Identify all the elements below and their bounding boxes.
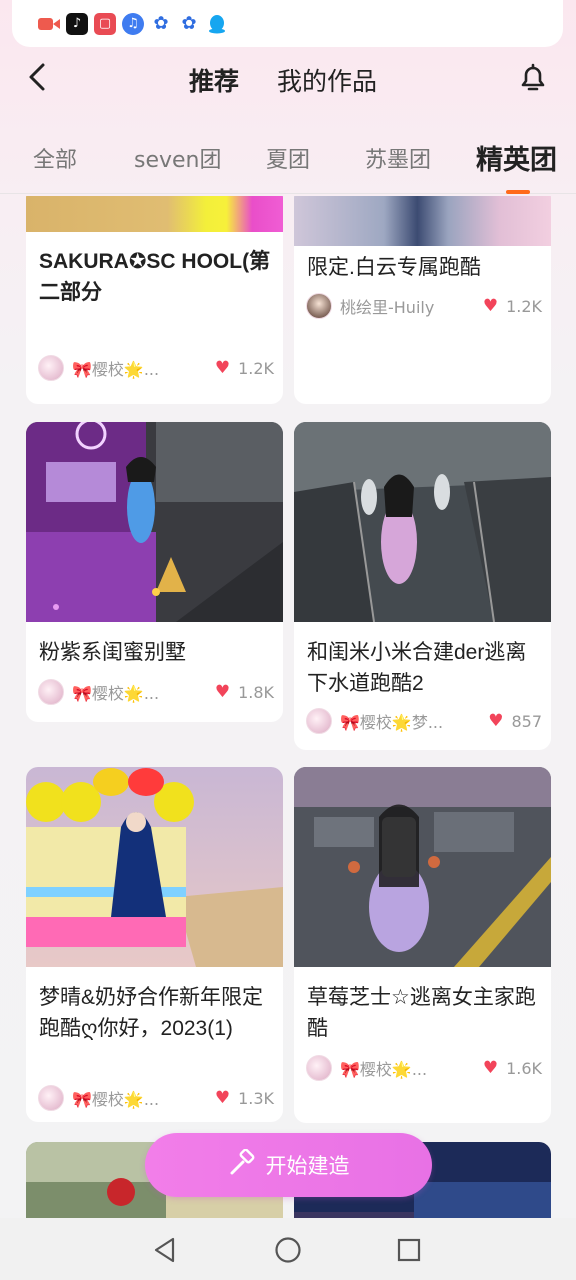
work-title: 和闺米小米合建der逃离下水道跑酷2	[307, 641, 527, 695]
avatar	[38, 355, 64, 381]
author-name: 🎀樱校🌟...	[72, 684, 160, 703]
qq-icon	[206, 13, 228, 35]
work-meta: 🎀樱校🌟... ♥ 1.6K	[306, 1055, 542, 1081]
work-card[interactable]: 粉紫系闺蜜别墅 🎀樱校🌟... ♥ 1.8K	[26, 422, 283, 722]
work-title: 草莓芝士☆逃离女主家跑酷	[307, 986, 536, 1040]
like-count: 1.3K	[238, 1088, 274, 1108]
baidu-paw-icon-2: ✿	[181, 13, 197, 34]
works-feed[interactable]: SAKURA✪SC HOOL(第二部分 🎀樱校🌟... ♥ 1.2K 限定.白云…	[0, 196, 576, 1218]
music-app-icon: ♫	[122, 12, 144, 35]
work-meta: 🎀樱校🌟... ♥ 1.3K	[38, 1085, 274, 1111]
work-title: 限定.白云专属跑酷	[307, 256, 481, 279]
category-tab-all[interactable]: 全部	[33, 142, 77, 174]
status-bar: ♪ ▢ ♫ ✿ ✿	[12, 0, 563, 47]
like-count: 1.6K	[506, 1058, 542, 1078]
start-building-button[interactable]: 开始建造	[145, 1133, 432, 1197]
hammer-icon	[228, 1148, 256, 1182]
work-card[interactable]: 草莓芝士☆逃离女主家跑酷 🎀樱校🌟... ♥ 1.6K	[294, 767, 551, 1123]
nav-back-icon[interactable]	[150, 1235, 180, 1265]
author-name: 🎀樱校🌟...	[340, 1060, 428, 1079]
author-name: 🎀樱校🌟...	[72, 1090, 160, 1109]
avatar	[306, 1055, 332, 1081]
work-thumbnail	[26, 767, 283, 967]
work-meta: 🎀樱校🌟... ♥ 1.8K	[38, 679, 274, 705]
work-card[interactable]: 梦晴&奶妤合作新年限定跑酷ღ你好，2023(1) 🎀樱校🌟... ♥ 1.3K	[26, 767, 283, 1122]
heart-icon: ♥	[214, 358, 231, 378]
like-count: 1.2K	[238, 358, 274, 378]
system-navigation-bar	[0, 1218, 576, 1280]
author-name: 桃绘里-Huily	[340, 298, 435, 317]
nav-home-icon[interactable]	[273, 1235, 303, 1265]
work-meta: 桃绘里-Huily ♥ 1.2K	[306, 293, 542, 319]
avatar	[306, 293, 332, 319]
back-arrow-icon[interactable]	[20, 60, 54, 94]
work-thumbnail	[294, 767, 551, 967]
start-building-label: 开始建造	[265, 1154, 350, 1178]
heart-icon: ♥	[482, 1058, 499, 1078]
bell-icon[interactable]	[514, 58, 552, 96]
work-title: 梦晴&奶妤合作新年限定跑酷ღ你好，2023(1)	[39, 986, 264, 1040]
category-tab-xia[interactable]: 夏团	[266, 142, 310, 174]
category-tab-seven[interactable]: seven团	[134, 142, 222, 174]
work-title: 粉紫系闺蜜别墅	[39, 641, 186, 664]
work-title: SAKURA✪SC HOOL(第二部分	[39, 250, 271, 304]
category-tabs: 全部 seven团 夏团 苏墨团 精英团	[0, 134, 576, 194]
heart-icon: ♥	[488, 711, 504, 731]
work-card[interactable]: 和闺米小米合建der逃离下水道跑酷2 🎀樱校🌟梦... ♥ 857	[294, 422, 551, 750]
avatar	[38, 679, 64, 705]
category-tab-elite[interactable]: 精英团	[476, 138, 557, 177]
active-tab-indicator	[506, 190, 530, 194]
work-thumbnail	[26, 196, 283, 232]
work-meta: 🎀樱校🌟... ♥ 1.2K	[38, 355, 274, 381]
avatar	[38, 1085, 64, 1111]
work-meta: 🎀樱校🌟梦... ♥ 857	[306, 708, 542, 734]
nav-recents-icon[interactable]	[394, 1235, 424, 1265]
like-count: 1.8K	[238, 682, 274, 702]
video-app-icon	[38, 13, 60, 35]
work-card[interactable]: 限定.白云专属跑酷 桃绘里-Huily ♥ 1.2K	[294, 196, 551, 404]
heart-icon: ♥	[214, 682, 231, 702]
like-count: 1.2K	[506, 296, 542, 316]
baidu-paw-icon: ✿	[153, 13, 169, 34]
tiktok-icon: ♪	[66, 12, 88, 35]
tab-recommended[interactable]: 推荐	[189, 62, 239, 98]
tab-my-works[interactable]: 我的作品	[277, 62, 377, 98]
author-name: 🎀樱校🌟...	[72, 360, 160, 379]
work-thumbnail	[26, 422, 283, 622]
top-bar: 推荐 我的作品	[0, 48, 576, 112]
heart-icon: ♥	[214, 1088, 231, 1108]
like-count: 857	[511, 711, 542, 731]
avatar	[306, 708, 332, 734]
category-tab-sumo[interactable]: 苏墨团	[365, 142, 431, 174]
work-thumbnail	[294, 196, 551, 246]
work-card[interactable]: SAKURA✪SC HOOL(第二部分 🎀樱校🌟... ♥ 1.2K	[26, 196, 283, 404]
work-thumbnail	[294, 422, 551, 622]
heart-icon: ♥	[482, 296, 499, 316]
author-name: 🎀樱校🌟梦...	[340, 713, 444, 732]
book-app-icon: ▢	[94, 12, 116, 35]
